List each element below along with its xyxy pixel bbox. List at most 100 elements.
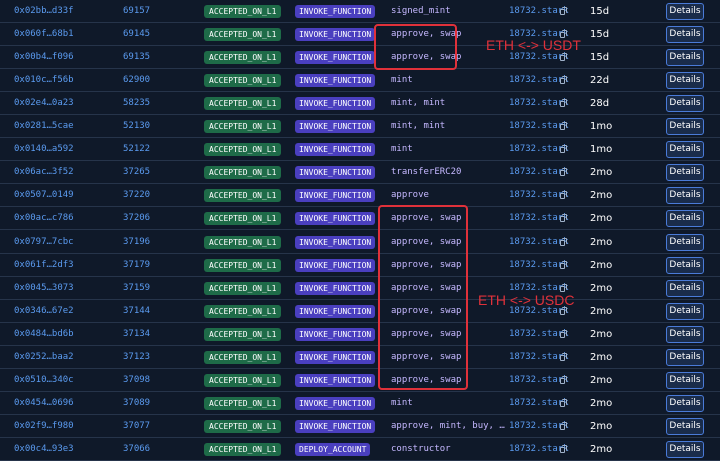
details-button[interactable]: Details [666, 164, 704, 182]
block-number-link[interactable]: 69145 [123, 23, 150, 46]
copy-icon[interactable] [560, 422, 567, 431]
copy-icon[interactable] [560, 145, 567, 154]
copy-icon[interactable] [560, 52, 567, 61]
details-button[interactable]: Details [666, 25, 704, 43]
copy-icon[interactable] [560, 75, 567, 84]
copy-icon[interactable] [560, 283, 567, 292]
block-number-link[interactable]: 62900 [123, 69, 150, 92]
status-badge: ACCEPTED_ON_L1 [204, 397, 282, 411]
details-button[interactable]: Details [666, 210, 704, 228]
tx-hash-link[interactable]: 0x02bb…d33f [14, 0, 74, 23]
details-button[interactable]: Details [666, 349, 704, 366]
tx-hash-link[interactable]: 0x060f…68b1 [14, 23, 74, 46]
details-button[interactable]: Details [666, 395, 704, 413]
tx-hash-link[interactable]: 0x02f9…f980 [14, 415, 74, 438]
details-button[interactable]: Details [666, 118, 704, 135]
age-text: 15d [590, 5, 610, 17]
copy-icon[interactable] [560, 329, 567, 338]
type-badge: INVOKE_FUNCTION [295, 4, 376, 18]
copy-icon[interactable] [560, 260, 567, 269]
annotation-eth-usdt: ETH <-> USDT [486, 37, 581, 53]
details-button[interactable]: Details [666, 418, 704, 436]
copy-icon[interactable] [560, 237, 567, 246]
tx-hash-link[interactable]: 0x061f…2df3 [14, 254, 74, 277]
copy-icon[interactable] [560, 353, 567, 361]
table-row: 0x0045…3073 37159 ACCEPTED_ON_L1 INVOKE_FUN… [0, 277, 720, 300]
block-number-link[interactable]: 37196 [123, 231, 150, 254]
copy-icon[interactable] [560, 214, 567, 223]
block-number-link[interactable]: 69157 [123, 0, 150, 23]
block-number-link[interactable]: 37123 [123, 346, 150, 369]
block-number-link[interactable]: 37098 [123, 369, 150, 392]
block-number-link[interactable]: 37066 [123, 438, 150, 461]
tx-hash-link[interactable]: 0x0045…3073 [14, 277, 74, 300]
block-number-link[interactable]: 37265 [123, 161, 150, 184]
block-number-link[interactable]: 37179 [123, 254, 150, 277]
type-badge: INVOKE_FUNCTION [295, 96, 376, 110]
tx-hash-link[interactable]: 0x00c4…93e3 [14, 438, 74, 461]
table-row: 0x0281…5cae 52130 ACCEPTED_ON_L1 INVOKE_FUN… [0, 115, 720, 138]
block-number-link[interactable]: 52122 [123, 138, 150, 161]
age-text: 2mo [590, 282, 613, 294]
table-row: 0x0510…340c 37098 ACCEPTED_ON_L1 INVOKE_FUN… [0, 369, 720, 393]
tx-hash-link[interactable]: 0x0797…7cbc [14, 231, 74, 254]
tx-hash-link[interactable]: 0x0510…340c [14, 369, 74, 392]
tx-hash-link[interactable]: 0x0346…67e2 [14, 300, 74, 323]
details-button[interactable]: Details [666, 94, 704, 112]
tx-hash-link[interactable]: 0x010c…f56b [14, 69, 74, 92]
tx-hash-link[interactable]: 0x0454…0696 [14, 392, 74, 415]
details-button[interactable]: Details [666, 233, 704, 251]
tx-hash-link[interactable]: 0x0140…a592 [14, 138, 74, 161]
age-text: 2mo [590, 213, 613, 225]
tx-hash-link[interactable]: 0x0281…5cae [14, 115, 74, 138]
details-button[interactable]: Details [666, 256, 704, 274]
block-number-link[interactable]: 58235 [123, 92, 150, 115]
block-number-link[interactable]: 37077 [123, 415, 150, 438]
details-button[interactable]: Details [666, 48, 704, 66]
details-button[interactable]: Details [666, 71, 704, 89]
call-names: mint [391, 144, 413, 155]
tx-hash-link[interactable]: 0x0507…0149 [14, 184, 74, 207]
block-number-link[interactable]: 37134 [123, 323, 150, 346]
table-row: 0x0454…0696 37089 ACCEPTED_ON_L1 INVOKE_FUN… [0, 392, 720, 416]
block-number-link[interactable]: 37089 [123, 392, 150, 415]
tx-hash-link[interactable]: 0x0484…bd6b [14, 323, 74, 346]
details-button[interactable]: Details [666, 302, 704, 320]
age-text: 2mo [590, 236, 613, 248]
copy-icon[interactable] [560, 6, 567, 15]
copy-icon[interactable] [560, 122, 567, 130]
table-row: 0x00ac…c786 37206 ACCEPTED_ON_L1 INVOKE_FUN… [0, 207, 720, 231]
copy-icon[interactable] [560, 376, 567, 385]
table-row: 0x060f…68b1 69145 ACCEPTED_ON_L1 INVOKE_FUN… [0, 23, 720, 46]
tx-hash-link[interactable]: 0x0252…baa2 [14, 346, 74, 369]
tx-hash-link[interactable]: 0x02e4…0a23 [14, 92, 74, 115]
details-button[interactable]: Details [666, 279, 704, 297]
copy-icon[interactable] [560, 168, 567, 177]
age-text: 2mo [590, 167, 613, 179]
tx-hash-link[interactable]: 0x00ac…c786 [14, 207, 74, 230]
call-names: constructor [391, 444, 451, 455]
block-number-link[interactable]: 37159 [123, 277, 150, 300]
block-number-link[interactable]: 37220 [123, 184, 150, 207]
details-button[interactable]: Details [666, 441, 704, 459]
copy-icon[interactable] [560, 98, 567, 107]
details-button[interactable]: Details [666, 141, 704, 159]
tx-hash-link[interactable]: 0x06ac…3f52 [14, 161, 74, 184]
block-number-link[interactable]: 37144 [123, 300, 150, 323]
details-button[interactable]: Details [666, 325, 704, 343]
type-badge: INVOKE_FUNCTION [295, 189, 376, 203]
type-badge: INVOKE_FUNCTION [295, 166, 376, 180]
type-badge: INVOKE_FUNCTION [295, 143, 376, 157]
tx-hash-link[interactable]: 0x00b4…f096 [14, 46, 74, 69]
block-number-link[interactable]: 52130 [123, 115, 150, 138]
type-badge: INVOKE_FUNCTION [295, 397, 376, 411]
copy-icon[interactable] [560, 445, 567, 454]
copy-icon[interactable] [560, 399, 567, 408]
copy-icon[interactable] [560, 191, 567, 200]
status-badge: ACCEPTED_ON_L1 [204, 420, 282, 434]
block-number-link[interactable]: 37206 [123, 207, 150, 230]
details-button[interactable]: Details [666, 372, 704, 390]
block-number-link[interactable]: 69135 [123, 46, 150, 69]
details-button[interactable]: Details [666, 187, 704, 205]
details-button[interactable]: Details [666, 2, 704, 20]
